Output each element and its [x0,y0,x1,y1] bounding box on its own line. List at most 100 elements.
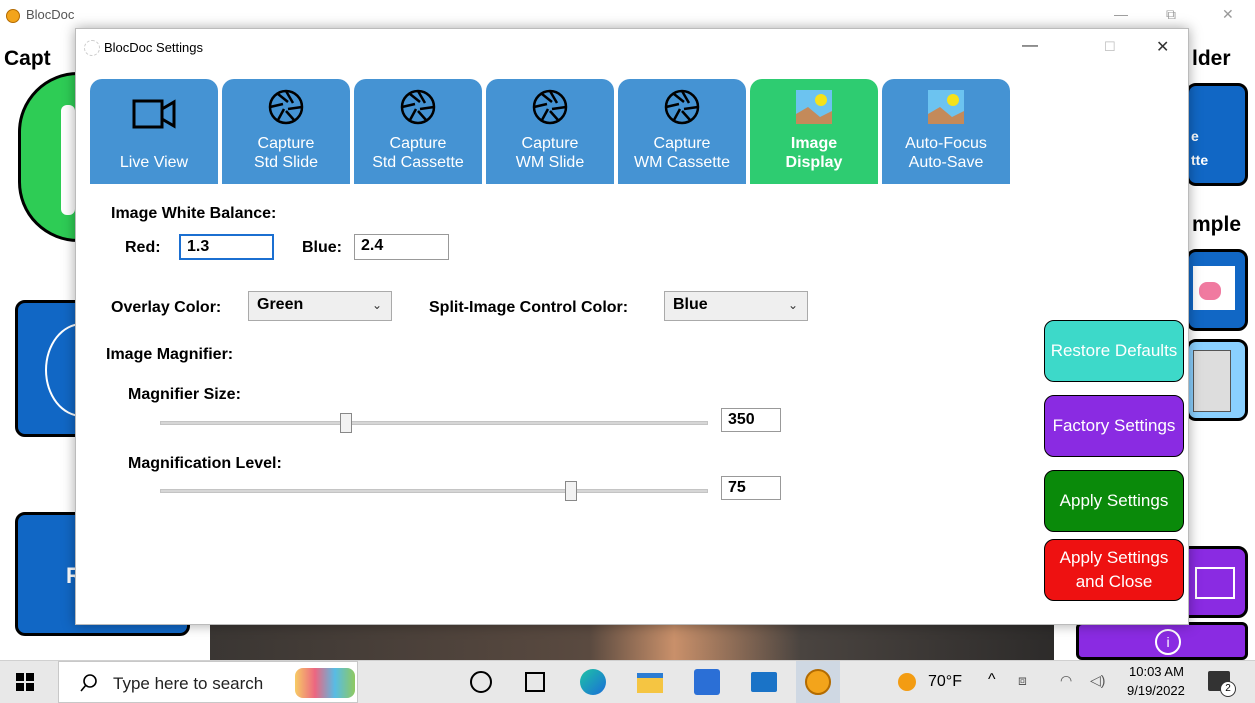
tab-capture-std-cassette[interactable]: Capture Std Cassette [354,79,482,184]
meet-now-icon[interactable]: ⧈ [1018,672,1027,689]
magnifier-size-slider-track[interactable] [160,421,708,425]
split-image-color-value: Blue [673,296,708,313]
video-camera-icon [132,99,176,129]
restore-defaults-button[interactable]: Restore Defaults [1044,320,1184,382]
app-title: BlocDoc [26,7,75,22]
app-minimize-button[interactable]: — [1114,6,1128,22]
gallery-icon [1195,567,1235,599]
tab-capture-wm-slide[interactable]: Capture WM Slide [486,79,614,184]
wifi-icon[interactable]: ◠ [1060,672,1072,689]
taskbar-search[interactable]: Type here to search [58,661,358,703]
shutter-icon [532,89,568,125]
search-placeholder: Type here to search [113,674,264,693]
edge-icon[interactable] [580,669,606,695]
bg-info-button[interactable]: i [1076,622,1248,660]
tab-label-line1: Capture [653,135,711,152]
dialog-close-button[interactable]: ✕ [1156,37,1169,57]
dialog-minimize-button[interactable]: — [1022,37,1038,55]
tab-auto-focus-auto-save[interactable]: Auto-Focus Auto-Save [882,79,1010,184]
tab-capture-std-slide[interactable]: Capture Std Slide [222,79,350,184]
magnification-level-label: Magnification Level: [128,455,282,472]
tab-capture-wm-cassette[interactable]: Capture WM Cassette [618,79,746,184]
magnification-level-slider-thumb[interactable] [565,481,577,501]
camera-preview [210,625,1054,660]
image-magnifier-heading: Image Magnifier: [106,346,234,363]
file-explorer-icon[interactable] [637,673,663,693]
tab-live-view[interactable]: Live View [90,79,218,184]
app-logo-icon [6,9,20,23]
settings-tabs: Live View Capture Std Slide Capture Std Ca… [90,79,1010,184]
overlay-color-value: Green [257,296,304,313]
blocdoc-taskbar-button[interactable] [796,661,840,703]
bg-right-slide-button[interactable] [1186,249,1248,331]
tab-label-line2: Std Cassette [372,154,464,171]
chevron-up-icon[interactable]: ^ [988,671,996,689]
clock-date[interactable]: 9/19/2022 [1127,683,1185,698]
magnifier-size-slider-thumb[interactable] [340,413,353,433]
tab-label-line1: Image [790,135,838,152]
bg-fragment-e: e [1191,128,1199,144]
task-view-icon[interactable] [525,672,545,692]
magnification-level-value[interactable]: 75 [721,476,781,500]
search-highlight-icon [295,668,355,698]
tab-label-line1: Capture [257,135,315,152]
factory-settings-button[interactable]: Factory Settings [1044,395,1184,457]
overlay-color-select[interactable]: Green ⌄ [248,291,392,321]
red-label: Red: [125,239,161,256]
magnifier-size-label: Magnifier Size: [128,386,241,403]
tab-label-line2: Std Slide [253,154,319,171]
tab-label-line2: Display [785,154,843,171]
tab-label-line2: WM Slide [515,154,585,171]
shutter-icon [400,89,436,125]
apply-settings-close-button[interactable]: Apply Settings and Close [1044,539,1184,601]
mail-icon[interactable] [751,672,777,692]
tab-label-line2: WM Cassette [633,154,730,171]
tab-label-line2: Auto-Save [908,154,984,171]
info-icon: i [1155,629,1181,655]
magnifier-size-value[interactable]: 350 [721,408,781,432]
taskbar: Type here to search 70°F ^ ⧈ ◠ ◁) 10:03 … [0,660,1255,703]
bg-heading-right-top: lder [1192,47,1231,70]
white-balance-heading: Image White Balance: [111,205,277,222]
blue-input[interactable]: 2.4 [354,234,449,260]
tab-label-line1: Capture [389,135,447,152]
shutter-icon [664,89,700,125]
settings-dialog: BlocDoc Settings — ☐ ✕ Live View Capture… [75,28,1189,625]
split-image-color-label: Split-Image Control Color: [429,299,629,316]
image-icon [928,90,964,124]
notification-badge: 2 [1220,681,1236,697]
dialog-maximize-button[interactable]: ☐ [1104,39,1116,55]
split-image-color-select[interactable]: Blue ⌄ [664,291,808,321]
overlay-color-label: Overlay Color: [111,299,222,316]
blue-label: Blue: [302,239,342,256]
app-close-button[interactable]: ✕ [1222,6,1234,23]
magnification-level-slider-track[interactable] [160,489,708,493]
weather-temperature[interactable]: 70°F [928,673,962,691]
chevron-down-icon: ⌄ [371,298,382,312]
search-icon [80,674,97,692]
bg-heading-left: Capt [4,47,51,70]
tab-label-line1: Capture [521,135,579,152]
store-icon[interactable] [694,669,720,695]
apply-settings-button[interactable]: Apply Settings [1044,470,1184,532]
tab-label-line2: Live View [119,154,189,171]
dialog-title: BlocDoc Settings [104,40,203,55]
image-icon [796,90,832,124]
bg-right-blue-button[interactable]: e tte [1186,83,1248,186]
bg-right-cassette-button[interactable] [1186,339,1248,421]
dialog-app-icon [84,40,100,56]
notification-icon[interactable]: 2 [1208,671,1236,697]
volume-icon[interactable]: ◁) [1090,672,1105,689]
windows-start-icon[interactable] [16,673,34,691]
weather-icon [898,673,916,691]
bg-heading-right-mid: mple [1192,213,1242,236]
red-input[interactable]: 1.3 [179,234,274,260]
clock-time[interactable]: 10:03 AM [1129,664,1184,679]
cortana-icon[interactable] [470,671,492,693]
blocdoc-icon [805,669,831,695]
tab-image-display[interactable]: Image Display [750,79,878,184]
bg-fragment-tte: tte [1191,152,1209,168]
app-maximize-button[interactable]: ⧉ [1166,6,1176,23]
tab-label-line1: Auto-Focus [905,135,987,152]
shutter-icon [268,89,304,125]
